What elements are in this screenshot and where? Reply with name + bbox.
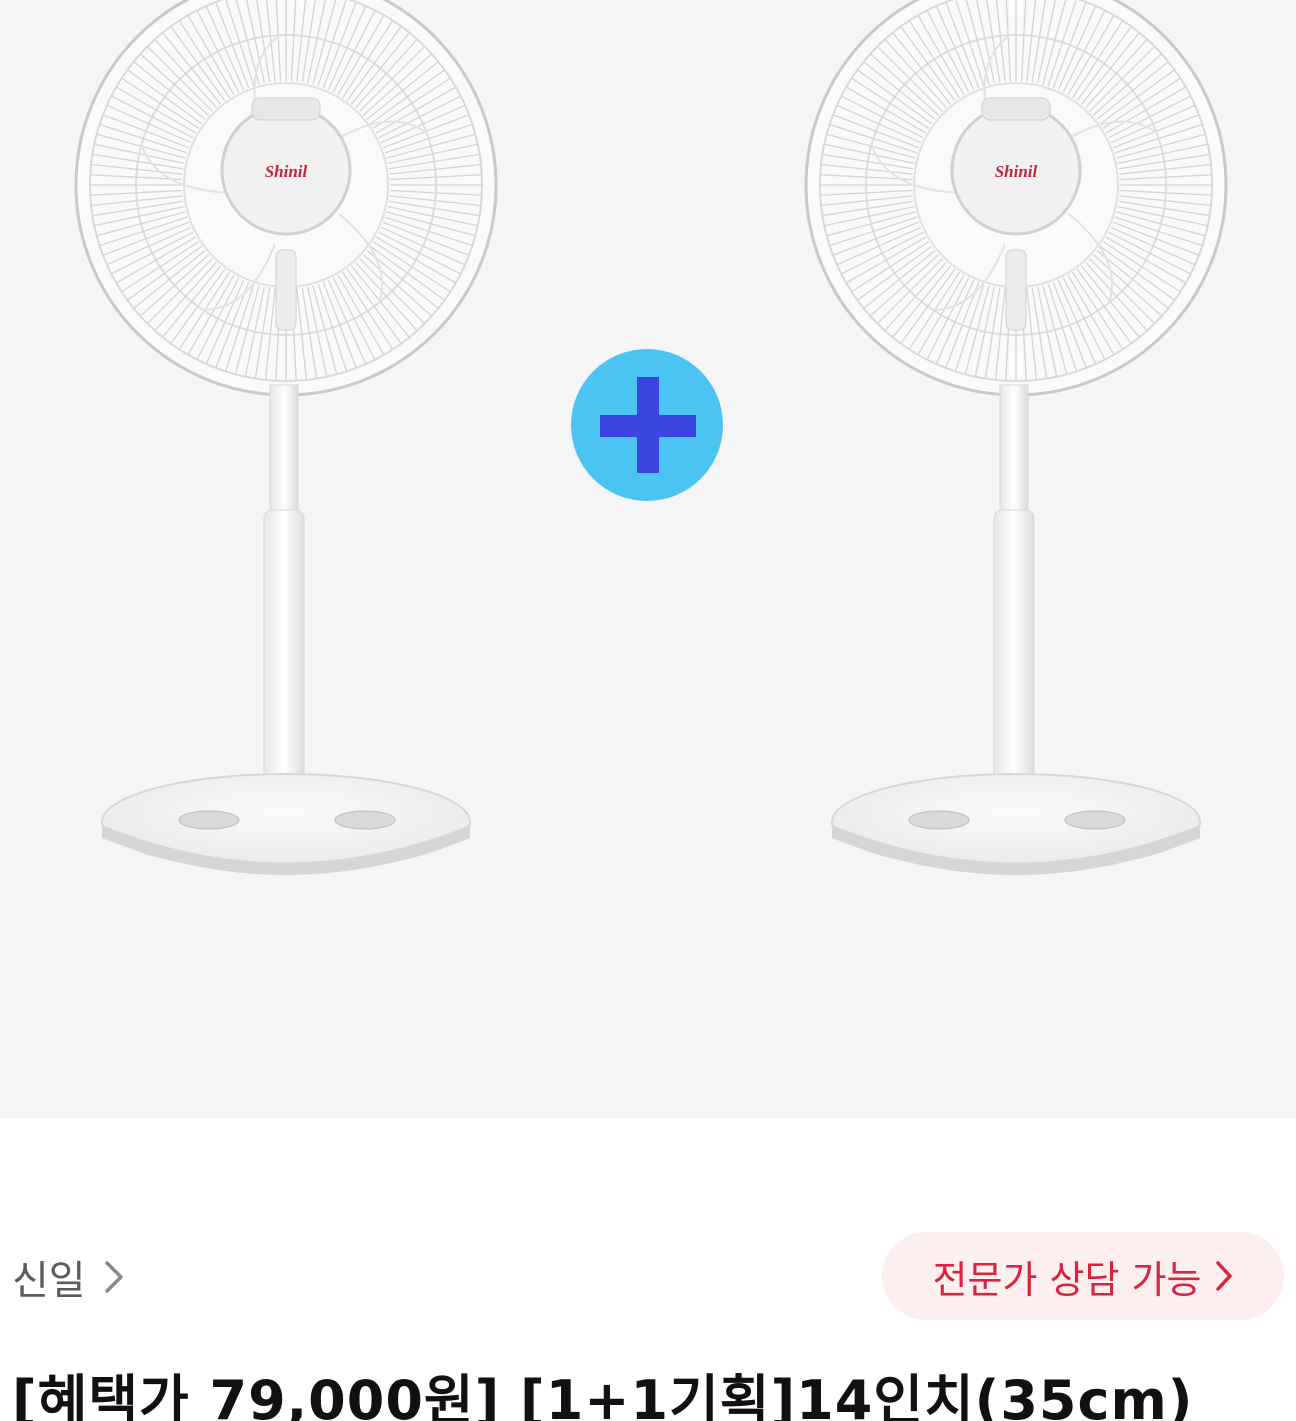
product-title: [혜택가 79,000원] [1+1기획]14인치(35cm)	[12, 1369, 1194, 1421]
chevron-right-icon	[1215, 1260, 1233, 1292]
chevron-right-icon	[104, 1260, 124, 1294]
expert-consult-button[interactable]: 전문가 상담 가능	[882, 1232, 1284, 1320]
consult-label: 전문가 상담 가능	[932, 1257, 1202, 1302]
product-image[interactable]: Shinil Shinil	[0, 0, 1296, 1118]
fan-logo-right: Shinil	[995, 162, 1038, 181]
product-title-row: [혜택가 79,000원] [1+1기획]14인치(35cm)	[12, 1366, 1282, 1421]
fan-image-left: Shinil	[74, 0, 498, 875]
fan-image-right: Shinil	[804, 0, 1228, 875]
brand-name: 신일	[12, 1258, 86, 1304]
product-page: Shinil Shinil 신일 전문가 상담 가능 [혜택가 79,000원]…	[0, 0, 1296, 1421]
fan-logo-left: Shinil	[265, 162, 308, 181]
product-image-graphic: Shinil Shinil	[74, 0, 1228, 875]
brand-link[interactable]: 신일	[12, 1248, 124, 1306]
brand-row: 신일 전문가 상담 가능	[0, 1230, 1296, 1322]
plus-icon	[571, 349, 723, 501]
